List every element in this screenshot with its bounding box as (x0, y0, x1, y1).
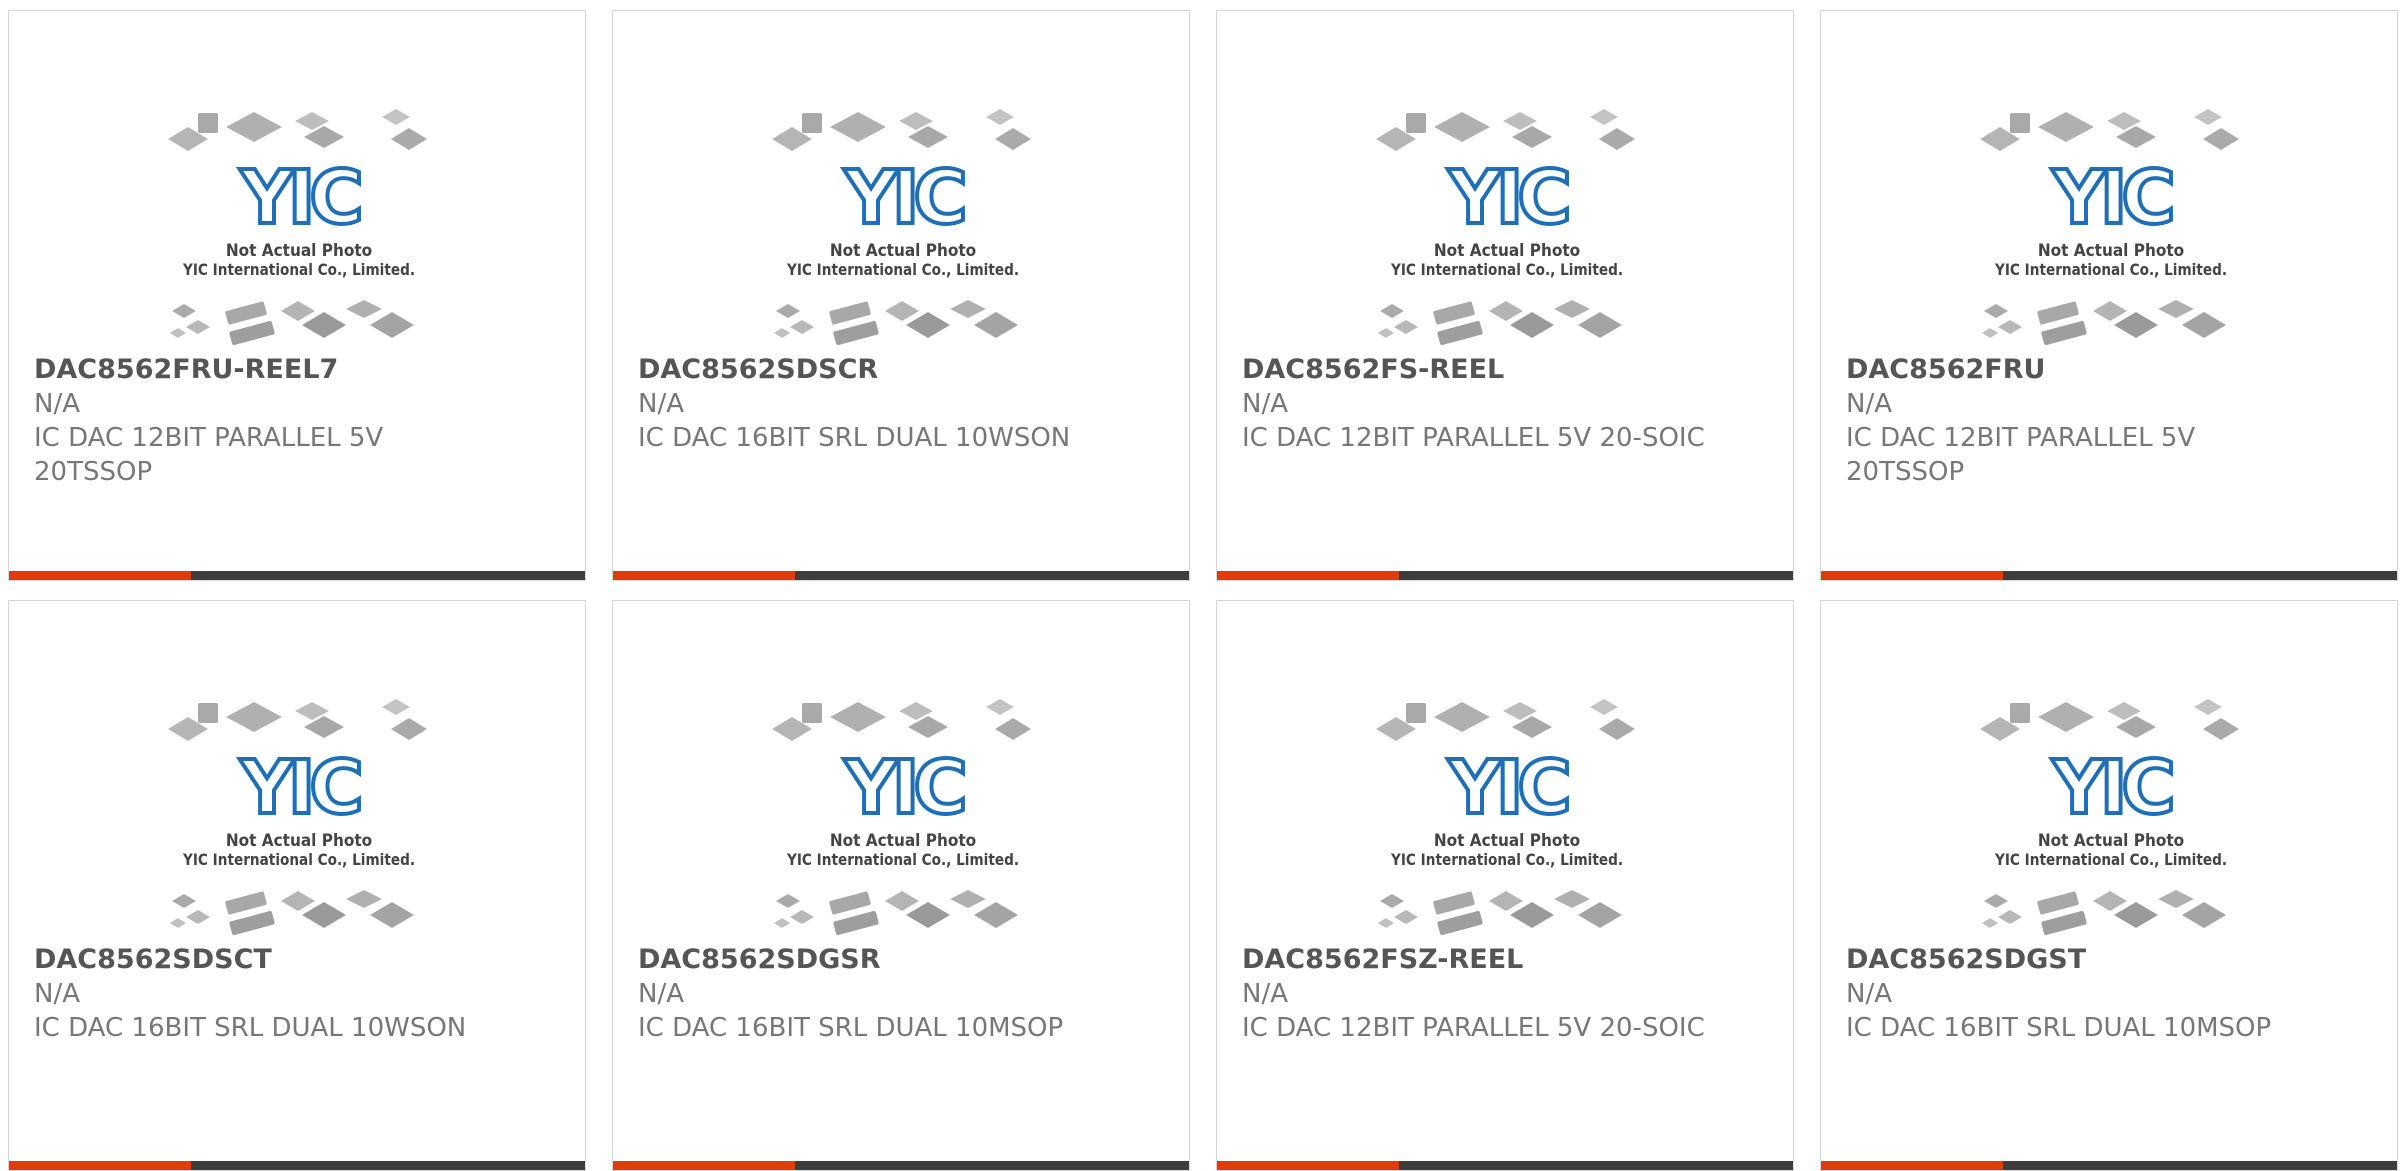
manufacturer: N/A (638, 979, 684, 1009)
product-card[interactable]: YIC Not Actual Photo YIC International C… (1216, 600, 1794, 1171)
card-bottom-bar (9, 1161, 585, 1170)
product-photo-placeholder: YIC Not Actual Photo YIC International C… (164, 101, 434, 351)
yic-logo-text: YIC (239, 745, 359, 831)
description: IC DAC 16BIT SRL DUAL 10WSON (638, 423, 1071, 453)
part-number[interactable]: DAC8562SDGST (1846, 943, 2366, 977)
product-photo-placeholder: YIC Not Actual Photo YIC International C… (768, 101, 1038, 351)
card-accent (9, 1161, 191, 1170)
product-photo-placeholder: YIC Not Actual Photo YIC International C… (1976, 101, 2246, 351)
manufacturer: N/A (638, 389, 684, 419)
product-card[interactable]: YIC Not Actual Photo YIC International C… (8, 10, 586, 581)
product-card[interactable]: YIC Not Actual Photo YIC International C… (612, 10, 1190, 581)
part-number[interactable]: DAC8562SDSCR (638, 353, 1158, 387)
manufacturer: N/A (34, 389, 80, 419)
svg-text:Not Actual Photo: Not Actual Photo (2038, 831, 2184, 851)
svg-text:YIC International Co., Limited: YIC International Co., Limited. (1994, 850, 2227, 869)
svg-text:YIC International Co., Limited: YIC International Co., Limited. (786, 260, 1019, 279)
manufacturer: N/A (1846, 389, 1892, 419)
manufacturer: N/A (1846, 979, 1892, 1009)
yic-logo-text: YIC (843, 745, 963, 831)
part-number[interactable]: DAC8562SDGSR (638, 943, 1158, 977)
svg-text:YIC International Co., Limited: YIC International Co., Limited. (1994, 260, 2227, 279)
card-bottom-bar (1821, 571, 2397, 580)
yic-logo-text: YIC (239, 155, 359, 241)
card-accent (1217, 1161, 1399, 1170)
svg-text:YIC International Co., Limited: YIC International Co., Limited. (786, 850, 1019, 869)
product-photo-placeholder: YIC Not Actual Photo YIC International C… (1372, 691, 1642, 941)
card-accent (1217, 571, 1399, 580)
card-accent (1821, 571, 2003, 580)
yic-logo-text: YIC (1447, 745, 1567, 831)
card-accent (1821, 1161, 2003, 1170)
svg-text:YIC International Co., Limited: YIC International Co., Limited. (1390, 850, 1623, 869)
card-accent (9, 571, 191, 580)
product-grid: YIC Not Actual Photo YIC International C… (0, 0, 2400, 1171)
card-accent (613, 1161, 795, 1170)
manufacturer: N/A (1242, 389, 1288, 419)
manufacturer: N/A (1242, 979, 1288, 1009)
product-photo-placeholder: YIC Not Actual Photo YIC International C… (768, 691, 1038, 941)
description: IC DAC 12BIT PARALLEL 5V 20TSSOP (1846, 423, 2196, 487)
part-number[interactable]: DAC8562SDSCT (34, 943, 554, 977)
product-card[interactable]: YIC Not Actual Photo YIC International C… (8, 600, 586, 1171)
yic-logo-text: YIC (2051, 155, 2171, 241)
svg-text:YIC International Co., Limited: YIC International Co., Limited. (182, 260, 415, 279)
product-card[interactable]: YIC Not Actual Photo YIC International C… (1820, 10, 2398, 581)
description: IC DAC 12BIT PARALLEL 5V 20-SOIC (1242, 423, 1705, 453)
card-bottom-bar (9, 571, 585, 580)
svg-text:Not Actual Photo: Not Actual Photo (1434, 831, 1580, 851)
svg-text:Not Actual Photo: Not Actual Photo (830, 241, 976, 261)
part-number[interactable]: DAC8562FS-REEL (1242, 353, 1762, 387)
yic-logo-text: YIC (843, 155, 963, 241)
card-bottom-bar (613, 1161, 1189, 1170)
description: IC DAC 12BIT PARALLEL 5V 20TSSOP (34, 423, 384, 487)
product-photo-placeholder: YIC Not Actual Photo YIC International C… (1976, 691, 2246, 941)
svg-text:Not Actual Photo: Not Actual Photo (226, 831, 372, 851)
svg-text:Not Actual Photo: Not Actual Photo (1434, 241, 1580, 261)
card-bottom-bar (1821, 1161, 2397, 1170)
svg-text:Not Actual Photo: Not Actual Photo (2038, 241, 2184, 261)
description: IC DAC 12BIT PARALLEL 5V 20-SOIC (1242, 1013, 1705, 1043)
description: IC DAC 16BIT SRL DUAL 10MSOP (638, 1013, 1064, 1043)
description: IC DAC 16BIT SRL DUAL 10WSON (34, 1013, 467, 1043)
card-bottom-bar (1217, 571, 1793, 580)
yic-logo-text: YIC (1447, 155, 1567, 241)
card-bottom-bar (613, 571, 1189, 580)
manufacturer: N/A (34, 979, 80, 1009)
card-bottom-bar (1217, 1161, 1793, 1170)
yic-logo-text: YIC (2051, 745, 2171, 831)
product-card[interactable]: YIC Not Actual Photo YIC International C… (1216, 10, 1794, 581)
part-number[interactable]: DAC8562FSZ-REEL (1242, 943, 1762, 977)
svg-text:YIC International Co., Limited: YIC International Co., Limited. (182, 850, 415, 869)
part-number[interactable]: DAC8562FRU (1846, 353, 2366, 387)
svg-text:Not Actual Photo: Not Actual Photo (226, 241, 372, 261)
product-photo-placeholder: YIC Not Actual Photo YIC International C… (1372, 101, 1642, 351)
product-card[interactable]: YIC Not Actual Photo YIC International C… (1820, 600, 2398, 1171)
description: IC DAC 16BIT SRL DUAL 10MSOP (1846, 1013, 2272, 1043)
product-card[interactable]: YIC Not Actual Photo YIC International C… (612, 600, 1190, 1171)
part-number[interactable]: DAC8562FRU-REEL7 (34, 353, 554, 387)
product-photo-placeholder: YIC Not Actual Photo YIC International C… (164, 691, 434, 941)
svg-text:YIC International Co., Limited: YIC International Co., Limited. (1390, 260, 1623, 279)
card-accent (613, 571, 795, 580)
svg-text:Not Actual Photo: Not Actual Photo (830, 831, 976, 851)
